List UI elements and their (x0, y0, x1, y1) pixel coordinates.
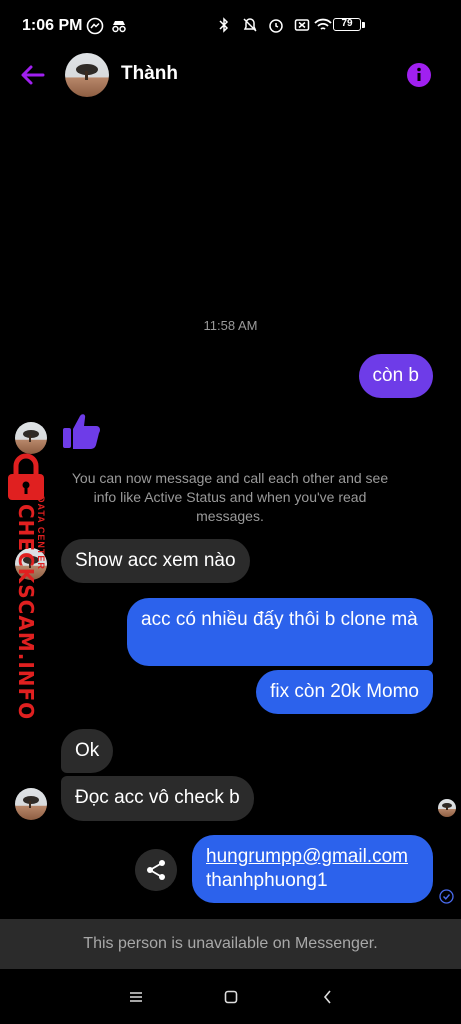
status-bar: 1:06 PM 79 (0, 0, 461, 54)
message-text: fix còn 20k Momo (270, 681, 419, 702)
like-sticker-icon (63, 414, 100, 449)
watermark-main-text: CHECKSCAM.INFO (14, 504, 38, 721)
sent-message[interactable]: còn b (358, 354, 433, 398)
chat-header: Thành (0, 53, 461, 97)
message-text: Show acc xem nào (75, 550, 236, 571)
sim-off-icon (294, 19, 310, 31)
status-right-icons (215, 16, 311, 34)
received-message[interactable]: Ok (61, 729, 114, 773)
sent-check-icon (439, 889, 454, 904)
back-chevron-icon[interactable] (318, 987, 338, 1007)
status-left-icons (86, 17, 128, 35)
message-text: Ok (75, 740, 100, 761)
message-text: acc có nhiều đấy thôi b clone mà (141, 609, 418, 630)
system-notice: You can now message and call each other … (71, 470, 389, 524)
message-text: Đọc acc vô check b (75, 787, 240, 808)
watermark-sub-text: DATA CENTER (36, 496, 46, 570)
battery-icon: 79 (333, 18, 361, 31)
sent-message[interactable]: hungrumpp@gmail.com thanhphuong1 (192, 835, 433, 903)
contact-name[interactable]: Thành (121, 63, 178, 85)
bell-off-icon (243, 18, 257, 32)
sent-message[interactable]: fix còn 20k Momo (256, 670, 433, 714)
read-receipt-avatar (438, 799, 456, 817)
alarm-icon (269, 19, 283, 33)
sent-message[interactable]: acc có nhiều đấy thôi b clone mà (127, 598, 433, 666)
conversation-timestamp: 11:58 AM (203, 318, 258, 333)
email-link[interactable]: hungrumpp@gmail.com (206, 845, 419, 869)
received-message[interactable]: Show acc xem nào (61, 539, 250, 583)
lock-icon (8, 453, 44, 500)
battery-nub (362, 22, 365, 28)
incognito-icon (112, 21, 126, 33)
wifi-icon (314, 18, 332, 30)
arrow-left-icon[interactable] (18, 60, 48, 90)
sender-avatar[interactable] (15, 422, 47, 454)
share-icon[interactable] (135, 849, 177, 891)
checkscam-watermark: CHECKSCAM.INFO DATA CENTER (0, 452, 60, 720)
message-text: còn b (372, 365, 419, 386)
bluetooth-icon (219, 17, 229, 33)
message-text: thanhphuong1 (206, 870, 328, 891)
info-icon[interactable] (407, 63, 431, 87)
unavailable-notice: This person is unavailable on Messenger. (0, 919, 461, 969)
menu-icon[interactable] (126, 987, 146, 1007)
received-message[interactable]: Đọc acc vô check b (61, 776, 254, 821)
sender-avatar[interactable] (15, 788, 47, 820)
contact-avatar[interactable] (65, 53, 109, 97)
status-time: 1:06 PM (22, 17, 83, 34)
home-square-icon[interactable] (221, 987, 241, 1007)
system-nav-bar (0, 969, 461, 1024)
messenger-icon (86, 17, 104, 35)
